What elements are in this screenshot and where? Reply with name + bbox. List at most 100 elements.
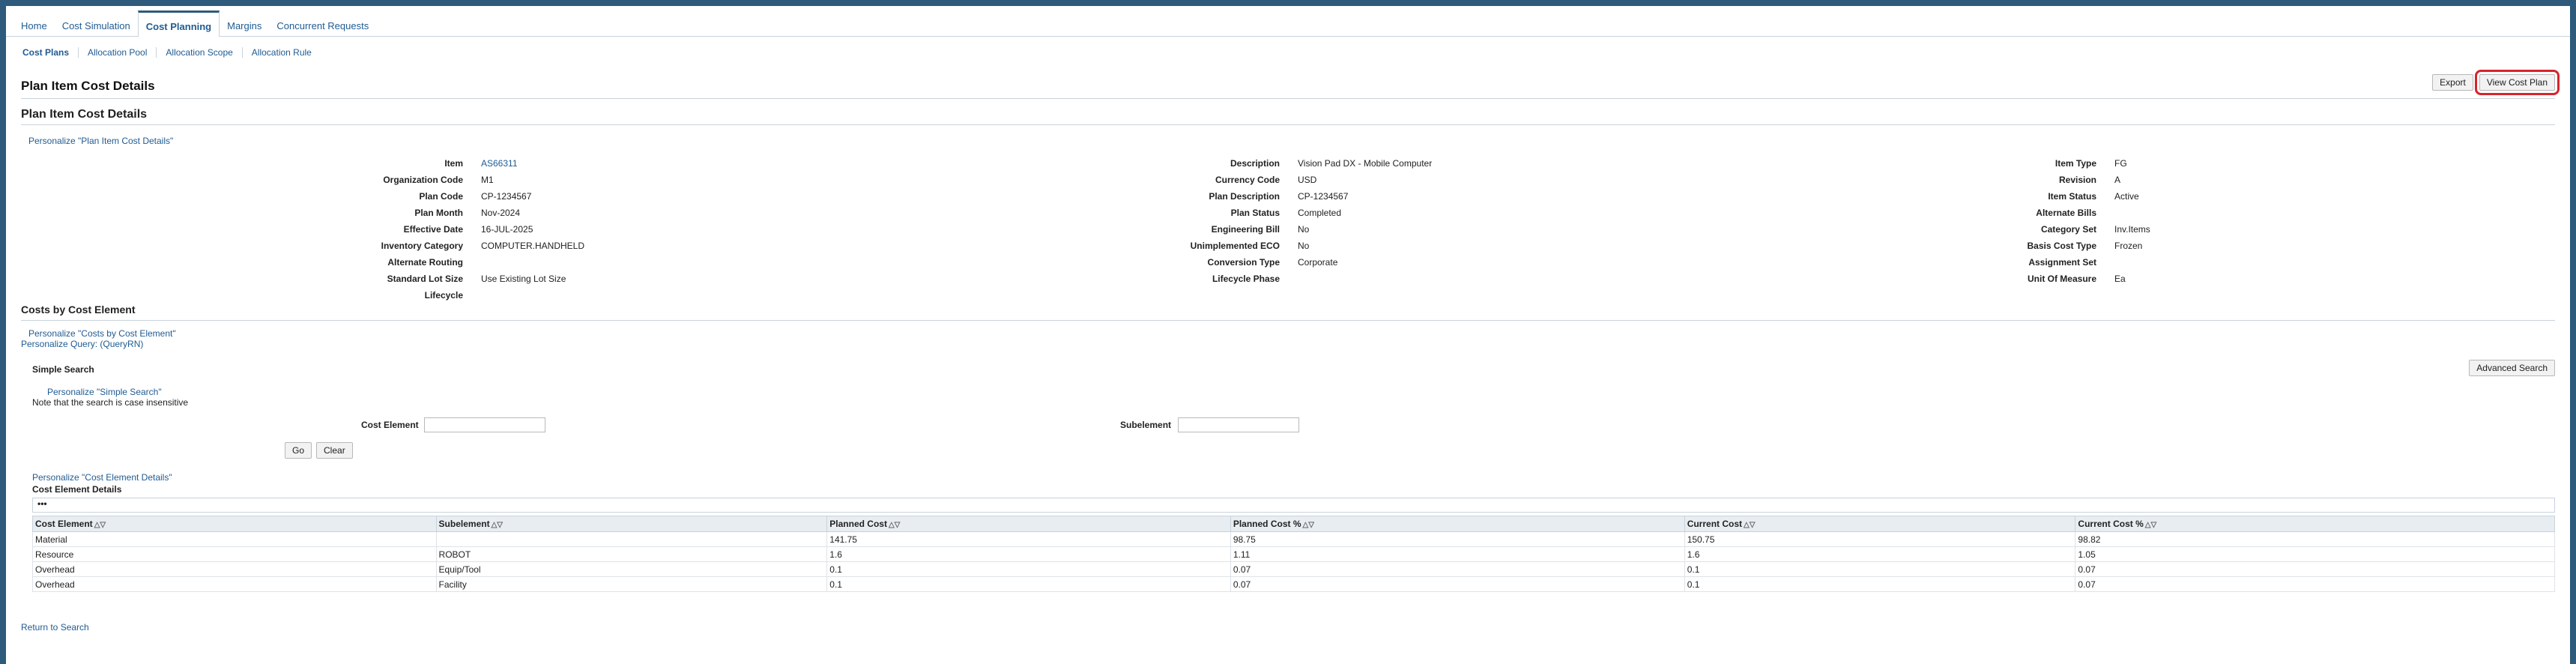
sort-icon[interactable]: △▽ (889, 521, 900, 529)
detail-row: Conversion Type Corporate (1070, 254, 1432, 271)
detail-value: Completed (1298, 208, 1342, 218)
return-to-search-link[interactable]: Return to Search (21, 622, 2570, 633)
detail-row: Standard Lot Size Use Existing Lot Size (253, 271, 584, 287)
cost-element-table: Cost Element △▽ Subelement △▽ Planned Cost △▽… (32, 516, 2555, 592)
detail-value: CP-1234567 (1298, 191, 1349, 202)
tab-concurrent-requests[interactable]: Concurrent Requests (269, 12, 376, 36)
column-header-label: Cost Element (35, 519, 93, 529)
column-header-label: Current Cost % (2078, 519, 2144, 529)
simple-search-bar: Simple Search Advanced Search (32, 360, 2555, 376)
column-header[interactable]: Cost Element △▽ (32, 516, 437, 532)
page-header: Plan Item Cost Details Export View Cost … (21, 70, 2560, 99)
table-cell: 150.75 (1684, 531, 2076, 547)
detail-value: Vision Pad DX - Mobile Computer (1298, 158, 1433, 169)
table-row: Overhead Facility 0.1 0.07 0.1 0.07 (32, 576, 2555, 592)
column-header[interactable]: Current Cost % △▽ (2075, 516, 2555, 532)
export-button[interactable]: Export (2432, 74, 2473, 91)
column-header-label: Planned Cost (829, 519, 887, 529)
sort-icon[interactable]: △▽ (492, 521, 503, 529)
detail-row: Unimplemented ECO No (1070, 238, 1432, 254)
subtab-cost-plans[interactable]: Cost Plans (22, 47, 78, 58)
cost-element-table-area: Personalize "Cost Element Details" Cost … (32, 472, 2555, 592)
table-cell: 0.07 (2075, 576, 2555, 592)
detail-row: Plan Code CP-1234567 (253, 188, 584, 205)
table-cell: Resource (32, 546, 437, 562)
sort-icon[interactable]: △▽ (94, 521, 106, 529)
detail-label: Lifecycle (424, 290, 463, 301)
column-header[interactable]: Planned Cost % △▽ (1230, 516, 1685, 532)
item-link[interactable]: AS66311 (481, 158, 518, 169)
view-cost-plan-button[interactable]: View Cost Plan (2474, 70, 2560, 95)
table-cell: 1.6 (1684, 546, 2076, 562)
subelement-label: Subelement (1120, 420, 1172, 430)
detail-row: Currency Code USD (1070, 172, 1432, 188)
cost-element-input[interactable] (424, 417, 545, 432)
detail-label: Assignment Set (2028, 257, 2096, 268)
subtab-allocation-scope[interactable]: Allocation Scope (156, 47, 241, 58)
subelement-input[interactable] (1178, 417, 1299, 432)
personalize-cost-element-details-link[interactable]: Personalize "Cost Element Details" (32, 472, 2555, 483)
personalize-costs-link[interactable]: Personalize "Costs by Cost Element" (28, 328, 2570, 339)
table-cell: 98.82 (2075, 531, 2555, 547)
detail-label: Lifecycle Phase (1212, 274, 1280, 284)
table-cell: 1.05 (2075, 546, 2555, 562)
sort-icon[interactable]: △▽ (2145, 521, 2156, 529)
subtab-allocation-pool[interactable]: Allocation Pool (78, 47, 156, 58)
column-header[interactable]: Current Cost △▽ (1684, 516, 2076, 532)
detail-row: Engineering Bill No (1070, 221, 1432, 238)
tab-margins[interactable]: Margins (220, 12, 269, 36)
detail-row: Unit Of Measure Ea (1887, 271, 2150, 287)
detail-label: Unit Of Measure (2027, 274, 2096, 284)
detail-label: Conversion Type (1207, 257, 1280, 268)
sort-icon[interactable]: △▽ (1744, 521, 1755, 529)
costs-by-cost-element-title: Costs by Cost Element (21, 304, 2555, 321)
detail-label: Plan Month (414, 208, 463, 218)
subtab-allocation-rule[interactable]: Allocation Rule (241, 47, 321, 58)
search-note: Note that the search is case insensitive (32, 397, 189, 408)
column-header[interactable]: Subelement △▽ (435, 516, 828, 532)
detail-label: Item (444, 158, 463, 169)
detail-label: Plan Code (419, 191, 463, 202)
detail-label: Currency Code (1215, 175, 1280, 185)
detail-value: Active (2114, 191, 2139, 202)
personalize-query-link[interactable]: Personalize Query: (QueryRN) (21, 339, 2570, 349)
personalize-plan-item-link[interactable]: Personalize "Plan Item Cost Details" (28, 136, 2570, 146)
detail-row: Alternate Bills (1887, 205, 2150, 221)
table-cell: 0.07 (2075, 561, 2555, 577)
details-column-2: Description Vision Pad DX - Mobile Comput… (1070, 155, 1433, 287)
detail-row: Basis Cost Type Frozen (1887, 238, 2150, 254)
table-row: Resource ROBOT 1.6 1.11 1.6 1.05 (32, 546, 2555, 562)
go-button[interactable]: Go (285, 442, 312, 459)
search-buttons: Go Clear (285, 442, 2570, 459)
detail-row: Organization Code M1 (253, 172, 584, 188)
column-header-label: Current Cost (1687, 519, 1743, 529)
detail-row: Revision A (1887, 172, 2150, 188)
tab-cost-simulation[interactable]: Cost Simulation (55, 12, 138, 36)
detail-value: Ea (2114, 274, 2126, 284)
detail-row: Plan Month Nov-2024 (253, 205, 584, 221)
table-cell: 0.1 (826, 561, 1231, 577)
cost-element-details-caption: Cost Element Details (32, 484, 122, 495)
table-cell: Facility (435, 576, 828, 592)
tab-cost-planning[interactable]: Cost Planning (137, 10, 220, 37)
table-cell: Overhead (32, 576, 437, 592)
table-cell: 1.11 (1230, 546, 1685, 562)
detail-label: Plan Status (1230, 208, 1280, 218)
column-header[interactable]: Planned Cost △▽ (826, 516, 1231, 532)
table-actions-menu[interactable]: ••• (32, 498, 2555, 513)
search-form-row: Cost Element Subelement (6, 415, 2570, 436)
personalize-simple-search-link[interactable]: Personalize "Simple Search" (47, 387, 2570, 397)
table-cell: 0.1 (826, 576, 1231, 592)
table-row: Material 141.75 98.75 150.75 98.82 (32, 531, 2555, 547)
tab-home[interactable]: Home (13, 12, 55, 36)
advanced-search-button[interactable]: Advanced Search (2469, 360, 2555, 376)
detail-value: Nov-2024 (481, 208, 521, 218)
detail-row: Category Set Inv.Items (1887, 221, 2150, 238)
detail-label: Engineering Bill (1211, 224, 1280, 235)
table-cell: 0.1 (1684, 576, 2076, 592)
page-title: Plan Item Cost Details (21, 79, 155, 93)
sort-icon[interactable]: △▽ (1303, 521, 1314, 529)
detail-label: Item Status (2048, 191, 2096, 202)
clear-button[interactable]: Clear (316, 442, 353, 459)
detail-value: FG (2114, 158, 2127, 169)
